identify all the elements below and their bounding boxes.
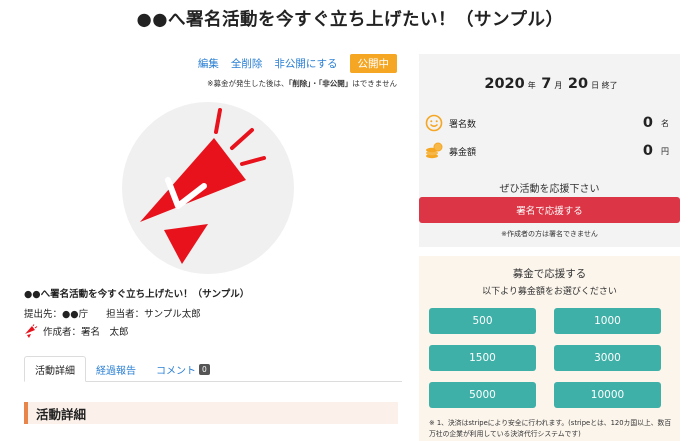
megaphone-image [122, 102, 294, 274]
payment-note: ※ 1、決済はstripeにより安全に行われます。(stripeとは、120カ国… [429, 419, 672, 438]
owner-note-delete: 「削除」 [288, 79, 311, 88]
tab-progress[interactable]: 経過報告 [86, 356, 146, 382]
tab-comments[interactable]: コメント 0 [146, 356, 220, 382]
author-text: 作成者：署名 太郎 [43, 327, 129, 338]
donation-subtitle: 以下より募金額をお選びください [482, 287, 617, 297]
status-panel: 2020 年 7月 20 日 終了 署名数 0 名 募金額 0 円 ぜひ活動を応… [419, 54, 680, 247]
deadline-month-unit: 月 [554, 81, 563, 90]
deadline: 2020 年 7月 20 日 終了 [419, 76, 680, 92]
tab-details-label: 活動詳細 [35, 365, 75, 377]
petition-tabs: 活動詳細 経過報告 コメント 0 [24, 356, 402, 382]
page-title: ●●へ署名活動を今すぐ立ち上げたい！（サンプル） [136, 10, 564, 30]
amount-button-3000[interactable]: 3000 [554, 345, 661, 371]
sign-button[interactable]: 署名で応援する [419, 197, 680, 223]
owner-note-private: 「非公開」 [318, 79, 353, 88]
deadline-year-unit: 年 [527, 81, 536, 90]
recipient-text: 提出先：●●庁 [24, 309, 89, 320]
megaphone-icon [140, 108, 266, 264]
donation-stat: 募金額 0 円 [425, 141, 671, 161]
deadline-day: 20 [567, 76, 589, 92]
author-avatar-icon [25, 324, 38, 338]
amount-button-1000[interactable]: 1000 [554, 308, 661, 334]
section-heading: 活動詳細 [24, 402, 398, 424]
tab-comments-label: コメント [156, 365, 196, 377]
donation-panel: 募金で応援する 以下より募金額をお選びください 500 1000 1500 30… [419, 256, 680, 441]
donation-title: 募金で応援する [512, 268, 587, 280]
donation-unit: 円 [661, 146, 669, 156]
amount-button-500[interactable]: 500 [429, 308, 536, 334]
smile-icon [425, 114, 443, 132]
coins-icon [425, 142, 443, 160]
donation-amount: 0 [642, 143, 653, 159]
sign-note: ※作成者の方は署名できません [501, 230, 598, 238]
amount-button-5000[interactable]: 5000 [429, 382, 536, 408]
deadline-suffix: 終了 [601, 81, 618, 90]
deadline-month: 7 [541, 76, 552, 92]
amount-button-10000[interactable]: 10000 [554, 382, 661, 408]
amount-button-1500[interactable]: 1500 [429, 345, 536, 371]
owner-note: ※募金が発生した後は、「削除」・「非公開」はできません [207, 78, 397, 89]
deadline-year: 2020 [484, 76, 525, 92]
deadline-day-unit: 日 [591, 81, 600, 90]
owner-note-prefix: ※募金が発生した後は、 [207, 79, 289, 88]
signature-label: 署名数 [449, 119, 477, 130]
petition-meta: 提出先：●●庁 担当者：サンプル太郎 [24, 306, 201, 320]
donation-label: 募金額 [449, 147, 477, 158]
edit-link[interactable]: 編集 [198, 56, 219, 71]
support-label: ぜひ活動を応援下さい [499, 184, 600, 195]
manager-text: 担当者：サンプル太郎 [106, 309, 201, 320]
comment-count-badge: 0 [199, 363, 210, 375]
petition-title: ●●へ署名活動を今すぐ立ち上げたい！（サンプル） [24, 289, 250, 300]
signature-stat: 署名数 0 名 [425, 113, 671, 133]
owner-note-suffix: はできません [352, 79, 397, 88]
delete-all-link[interactable]: 全削除 [231, 56, 263, 71]
tab-progress-label: 経過報告 [96, 365, 136, 377]
owner-actions: 編集 全削除 非公開にする 公開中 [198, 53, 397, 73]
signature-unit: 名 [661, 118, 669, 128]
make-private-link[interactable]: 非公開にする [274, 56, 337, 71]
signature-count: 0 [642, 115, 653, 131]
author-line: 作成者：署名 太郎 [24, 324, 129, 338]
tab-details[interactable]: 活動詳細 [24, 356, 86, 382]
status-badge: 公開中 [349, 53, 397, 73]
petition-main: 編集 全削除 非公開にする 公開中 ※募金が発生した後は、「削除」・「非公開」は… [18, 53, 402, 441]
